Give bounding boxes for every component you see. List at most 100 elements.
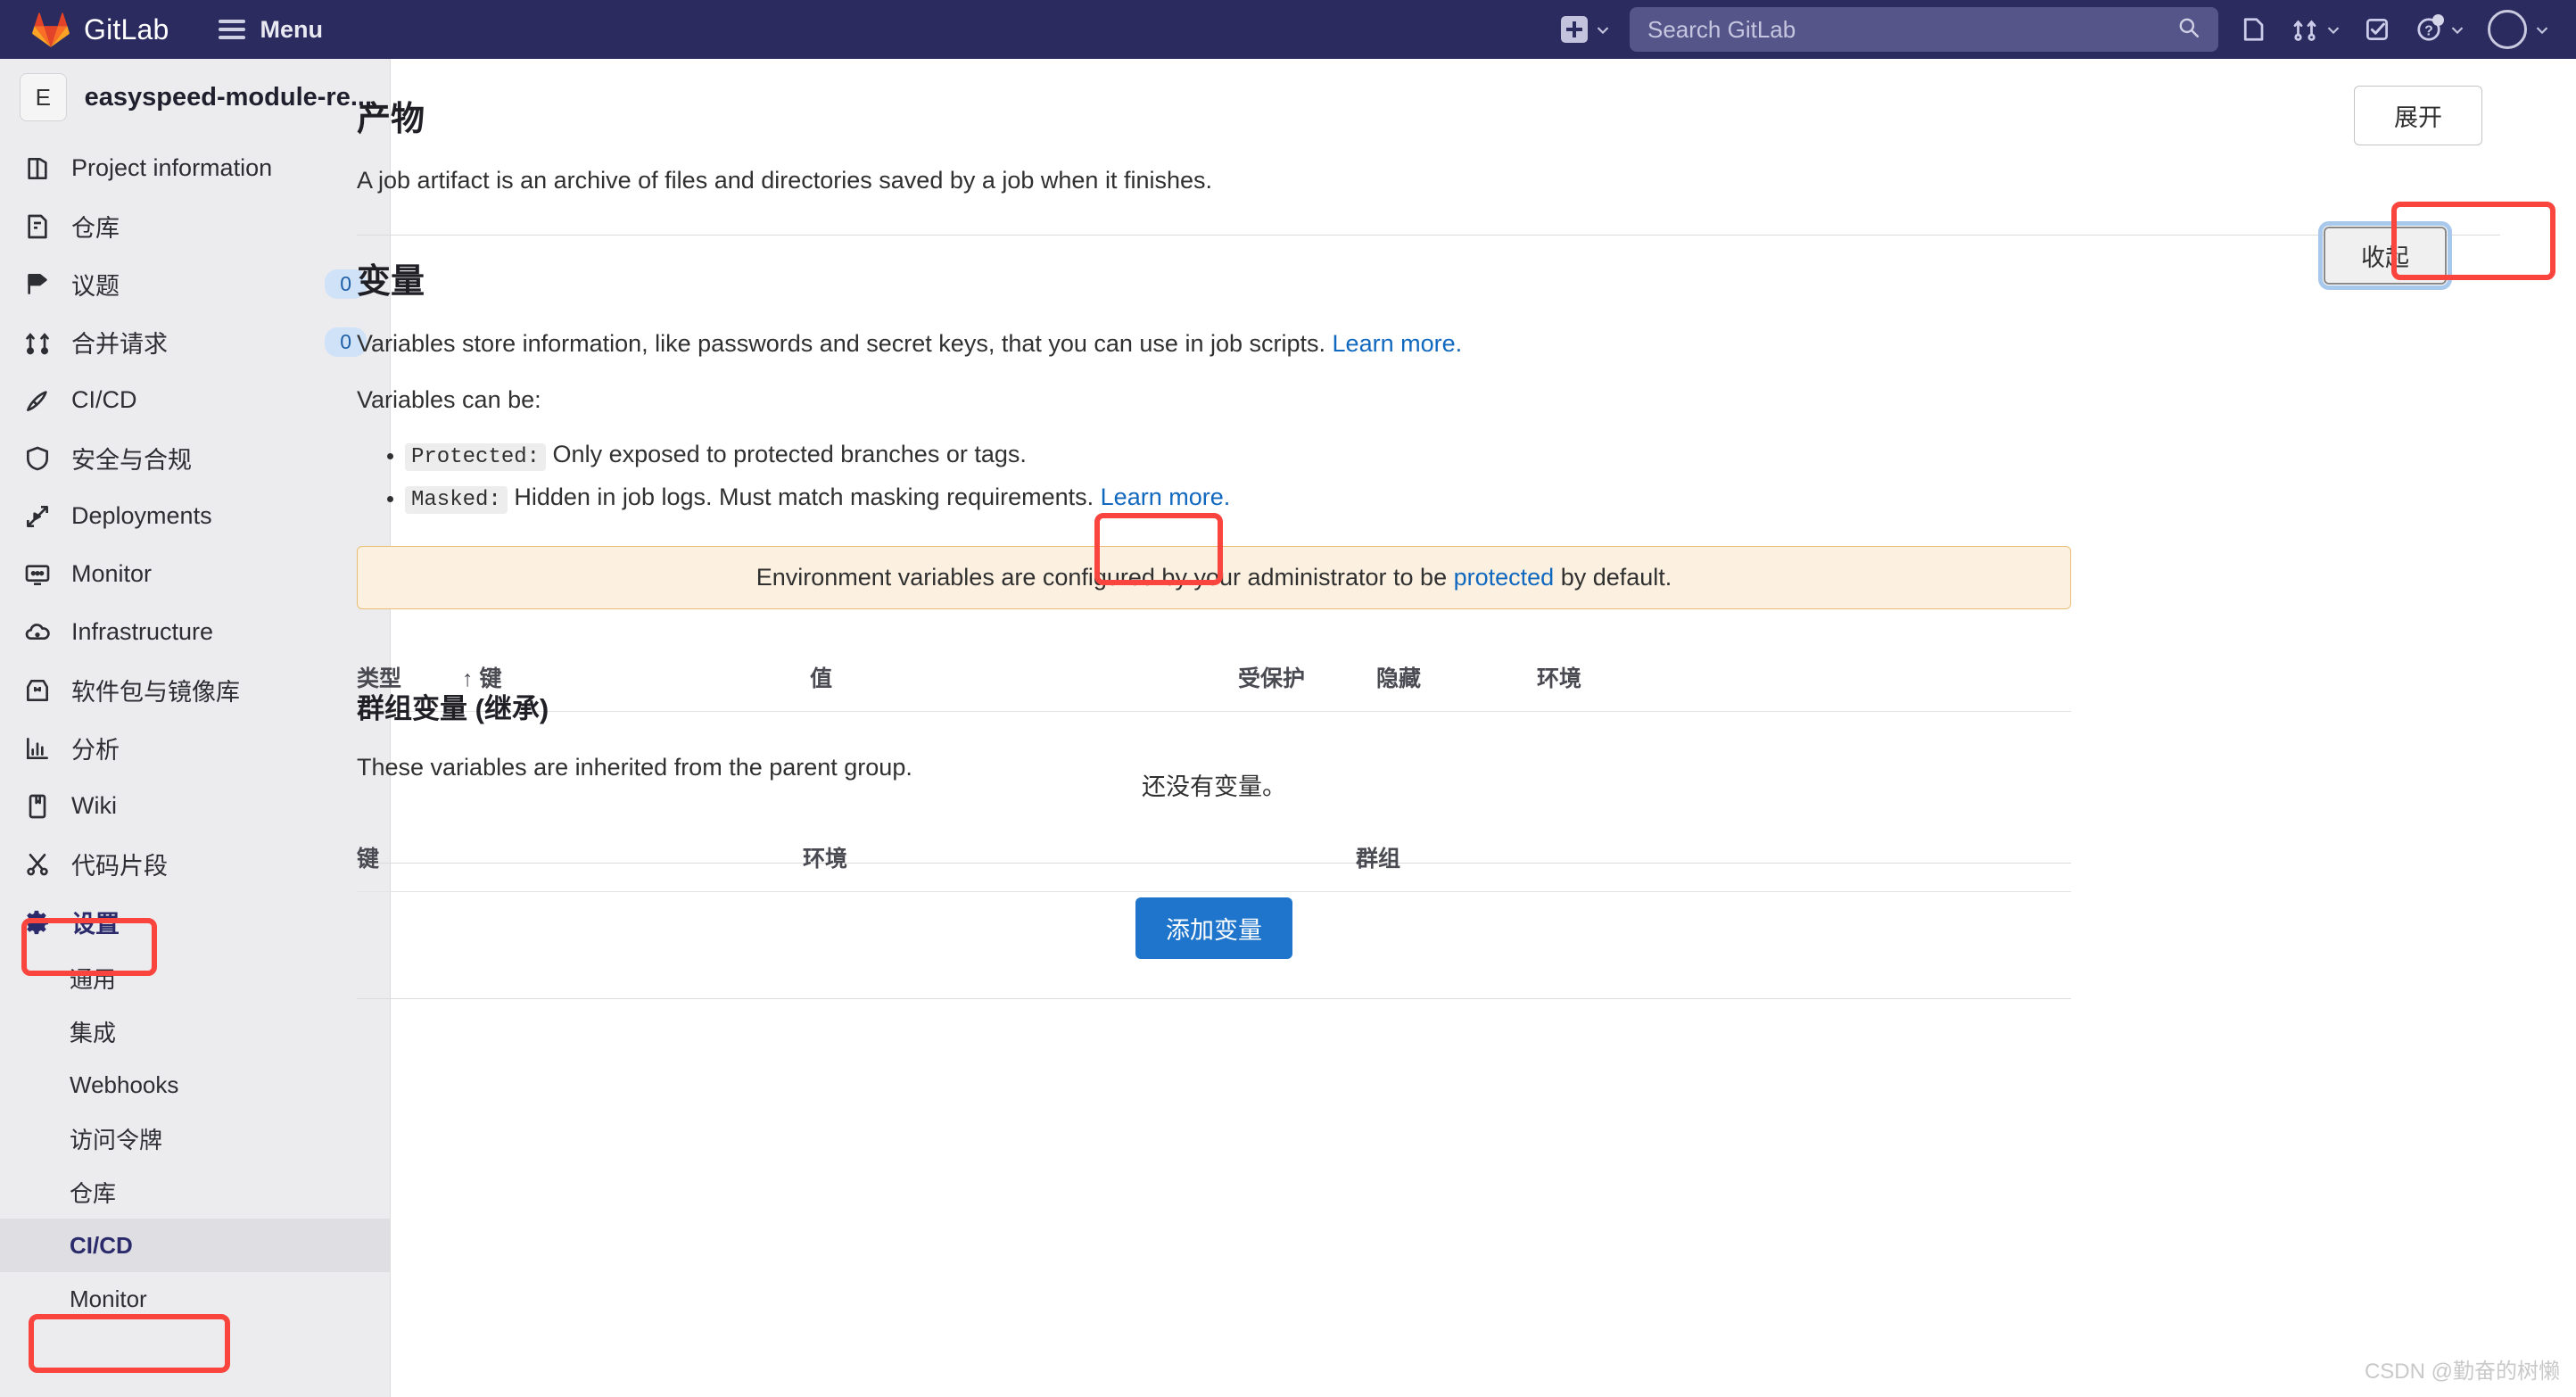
search-input[interactable]: Search GitLab bbox=[1630, 7, 2218, 52]
variables-intro: Variables store information, like passwo… bbox=[357, 326, 2569, 362]
brand-name: GitLab bbox=[84, 12, 169, 45]
gitlab-tanuki-logo-icon bbox=[32, 12, 70, 47]
sidebar-subitem-label: Monitor bbox=[70, 1285, 147, 1312]
help-nav-button[interactable]: ? bbox=[2403, 14, 2475, 43]
chevron-down-icon bbox=[2533, 22, 2548, 37]
sidebar-item-label: 代码片段 bbox=[71, 853, 168, 880]
monitor-icon bbox=[23, 560, 52, 589]
sidebar-item-label: Infrastructure bbox=[71, 618, 214, 645]
protected-code-label: Protected: bbox=[405, 443, 547, 471]
sidebar-item-monitor[interactable]: Monitor bbox=[0, 545, 390, 603]
expand-button[interactable]: 展开 bbox=[2354, 86, 2482, 145]
sidebar-item-label: Deployments bbox=[71, 502, 212, 529]
list-item: Masked: Hidden in job logs. Must match m… bbox=[405, 476, 2569, 519]
sidebar-subitem-label: 仓库 bbox=[70, 1179, 117, 1207]
artifacts-description: A job artifact is an archive of files an… bbox=[357, 167, 1213, 194]
svg-text:?: ? bbox=[2424, 23, 2433, 38]
sidebar-subitem-monitor[interactable]: Monitor bbox=[0, 1272, 390, 1326]
create-new-button[interactable] bbox=[1548, 16, 1621, 43]
alert-protected-link[interactable]: protected bbox=[1454, 564, 1555, 591]
collapse-button[interactable]: 收起 bbox=[2318, 221, 2452, 290]
sidebar-subitem-webhooks[interactable]: Webhooks bbox=[0, 1058, 390, 1112]
search-icon bbox=[2177, 16, 2200, 44]
admin-protected-alert: Environment variables are configured by … bbox=[357, 546, 2071, 609]
sidebar-item-repository[interactable]: 仓库 bbox=[0, 197, 390, 255]
watermark: CSDN @勤奋的树懒 bbox=[2364, 1360, 2560, 1384]
column-header-key[interactable]: 键 bbox=[357, 828, 803, 892]
project-sidebar: E easyspeed-module-re... Project informa… bbox=[0, 59, 391, 1397]
main-menu-button[interactable]: Menu bbox=[219, 15, 323, 44]
question-circle-icon: ? bbox=[2415, 14, 2444, 43]
todos-nav-button[interactable] bbox=[2351, 16, 2403, 43]
sidebar-item-wiki[interactable]: Wiki bbox=[0, 777, 390, 835]
variables-can-be-text: Variables can be: bbox=[357, 385, 541, 413]
sidebar-subitem-label: 集成 bbox=[70, 1019, 117, 1046]
variables-bullet-list: Protected: Only exposed to protected bra… bbox=[405, 434, 2569, 519]
list-item: Protected: Only exposed to protected bra… bbox=[405, 434, 2569, 476]
sidebar-subitem-cicd[interactable]: CI/CD bbox=[0, 1219, 390, 1272]
sidebar-item-label: 仓库 bbox=[71, 215, 120, 242]
sidebar-subitem-label: CI/CD bbox=[70, 1231, 133, 1259]
sidebar-item-snippets[interactable]: 代码片段 bbox=[0, 835, 390, 893]
sidebar-item-deployments[interactable]: Deployments bbox=[0, 487, 390, 545]
todo-checkbox-icon bbox=[2364, 16, 2390, 43]
rocket-icon bbox=[23, 386, 52, 415]
repository-icon bbox=[23, 212, 52, 241]
sidebar-item-settings[interactable]: 设置 bbox=[0, 893, 390, 951]
sidebar-subitem-repository[interactable]: 仓库 bbox=[0, 1165, 390, 1219]
sidebar-item-merge-requests[interactable]: 合并请求 0 bbox=[0, 313, 390, 371]
masked-learn-more-link[interactable]: Learn more. bbox=[1101, 484, 1231, 510]
sidebar-subitem-integrations[interactable]: 集成 bbox=[0, 1004, 390, 1058]
sidebar-item-infrastructure[interactable]: Infrastructure bbox=[0, 603, 390, 661]
sidebar-item-label: CI/CD bbox=[71, 386, 137, 413]
package-icon bbox=[23, 676, 52, 705]
sidebar-item-issues[interactable]: 议题 0 bbox=[0, 255, 390, 313]
issues-icon bbox=[2240, 16, 2266, 43]
user-menu-button[interactable] bbox=[2475, 10, 2560, 49]
sidebar-item-cicd[interactable]: CI/CD bbox=[0, 371, 390, 429]
column-header-group[interactable]: 群组 bbox=[1356, 828, 2071, 892]
project-avatar: E bbox=[20, 73, 67, 121]
top-navbar: GitLab Menu Search GitLab ? bbox=[0, 0, 2576, 59]
sidebar-subitem-access-tokens[interactable]: 访问令牌 bbox=[0, 1112, 390, 1165]
issues-nav-button[interactable] bbox=[2227, 16, 2279, 43]
project-information-icon bbox=[23, 154, 52, 183]
sidebar-item-project-information[interactable]: Project information bbox=[0, 139, 390, 197]
artifacts-section-title: 产物 bbox=[357, 101, 425, 138]
sidebar-subitem-label: 通用 bbox=[70, 965, 117, 993]
snippet-scissors-icon bbox=[23, 850, 52, 879]
project-name: easyspeed-module-re... bbox=[84, 82, 372, 112]
project-header[interactable]: E easyspeed-module-re... bbox=[0, 59, 390, 134]
sidebar-item-label: 议题 bbox=[71, 273, 120, 300]
hamburger-icon bbox=[219, 15, 246, 44]
masked-description: Hidden in job logs. Must match masking r… bbox=[514, 484, 1094, 510]
variables-section-title: 变量 bbox=[357, 263, 425, 301]
plus-square-icon bbox=[1561, 16, 1588, 43]
masked-code-label: Masked: bbox=[405, 486, 508, 514]
issues-icon bbox=[23, 270, 52, 299]
menu-label: Menu bbox=[260, 15, 323, 43]
table-header-row: 键 环境 群组 bbox=[357, 828, 2071, 892]
sidebar-item-label: 软件包与镜像库 bbox=[71, 679, 240, 706]
group-variables-description: These variables are inherited from the p… bbox=[357, 754, 912, 781]
sidebar-nav-list: Project information 仓库 议题 0 合并请求 0 CI/CD… bbox=[0, 134, 390, 1326]
search-placeholder: Search GitLab bbox=[1647, 15, 1796, 43]
column-header-environment[interactable]: 环境 bbox=[803, 828, 1356, 892]
alert-prefix: Environment variables are configured by … bbox=[755, 564, 1448, 591]
sidebar-item-analytics[interactable]: 分析 bbox=[0, 719, 390, 777]
sidebar-item-security-compliance[interactable]: 安全与合规 bbox=[0, 429, 390, 487]
sidebar-item-packages-registries[interactable]: 软件包与镜像库 bbox=[0, 661, 390, 719]
navbar-right-group: Search GitLab ? bbox=[1548, 7, 2576, 52]
variables-learn-more-link[interactable]: Learn more. bbox=[1333, 330, 1463, 357]
merge-request-icon bbox=[23, 328, 52, 357]
sidebar-subitem-label: Webhooks bbox=[70, 1070, 179, 1098]
group-variables-title: 群组变量 (继承) bbox=[357, 693, 549, 724]
sidebar-subitem-general[interactable]: 通用 bbox=[0, 951, 390, 1004]
chevron-down-icon bbox=[1594, 22, 1609, 37]
add-variable-button[interactable]: 添加变量 bbox=[1135, 897, 1292, 959]
merge-requests-nav-button[interactable] bbox=[2279, 16, 2351, 43]
gear-icon bbox=[23, 908, 52, 937]
gitlab-brand[interactable]: GitLab bbox=[32, 12, 169, 47]
variables-intro-text: Variables store information, like passwo… bbox=[357, 330, 1326, 357]
section-divider bbox=[357, 998, 2071, 999]
